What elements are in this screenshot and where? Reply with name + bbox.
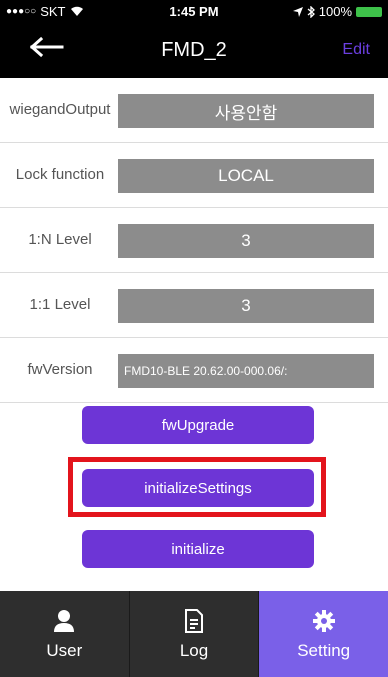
setting-row-1n-level: 1:N Level 3: [0, 208, 388, 273]
bluetooth-icon: [307, 5, 315, 18]
setting-value-field[interactable]: 사용안함: [118, 94, 374, 128]
fw-upgrade-button[interactable]: fwUpgrade: [82, 406, 314, 444]
setting-value-field[interactable]: LOCAL: [118, 159, 374, 193]
setting-label: 1:1 Level: [29, 296, 91, 313]
setting-row-11-level: 1:1 Level 3: [0, 273, 388, 338]
document-icon: [184, 607, 204, 635]
initialize-button[interactable]: initialize: [82, 530, 314, 568]
tab-label: User: [46, 641, 83, 660]
setting-row-lock-function: Lock function LOCAL: [0, 143, 388, 208]
setting-label: fwVersion: [27, 361, 93, 378]
setting-value-field[interactable]: 3: [118, 289, 374, 323]
setting-value-field: FMD10-BLE 20.62.00-000.06/:: [118, 354, 374, 388]
tab-label: Setting: [297, 641, 351, 660]
setting-row-wiegand-output: wiegandOutput 사용안함: [0, 78, 388, 143]
battery-percent: 100%: [318, 4, 352, 19]
status-bar: ●●●○○ SKT 1:45 PM 100%: [0, 0, 388, 22]
setting-label: 1:N Level: [28, 231, 92, 248]
setting-row-fw-version: fwVersion FMD10-BLE 20.62.00-000.06/:: [0, 338, 388, 403]
initialize-settings-button[interactable]: initializeSettings: [82, 469, 314, 507]
tab-label: Log: [179, 641, 209, 660]
setting-label: wiegandOutput: [9, 101, 111, 118]
page-title: FMD_2: [161, 39, 227, 61]
gear-icon: [312, 607, 336, 635]
setting-label: Lock function: [15, 166, 105, 183]
battery-icon: [356, 6, 382, 17]
status-right: 100%: [292, 4, 382, 19]
tab-bar: User Log Setting: [0, 591, 388, 677]
tab-log[interactable]: Log: [130, 591, 260, 677]
tab-setting[interactable]: Setting: [259, 591, 388, 677]
location-icon: [292, 6, 303, 17]
tab-user[interactable]: User: [0, 591, 130, 677]
user-icon: [53, 607, 75, 635]
edit-button[interactable]: Edit: [342, 41, 370, 59]
navigation-bar: FMD_2 Edit: [0, 22, 388, 78]
settings-list: wiegandOutput 사용안함 Lock function LOCAL 1…: [0, 78, 388, 403]
setting-value-field[interactable]: 3: [118, 224, 374, 258]
